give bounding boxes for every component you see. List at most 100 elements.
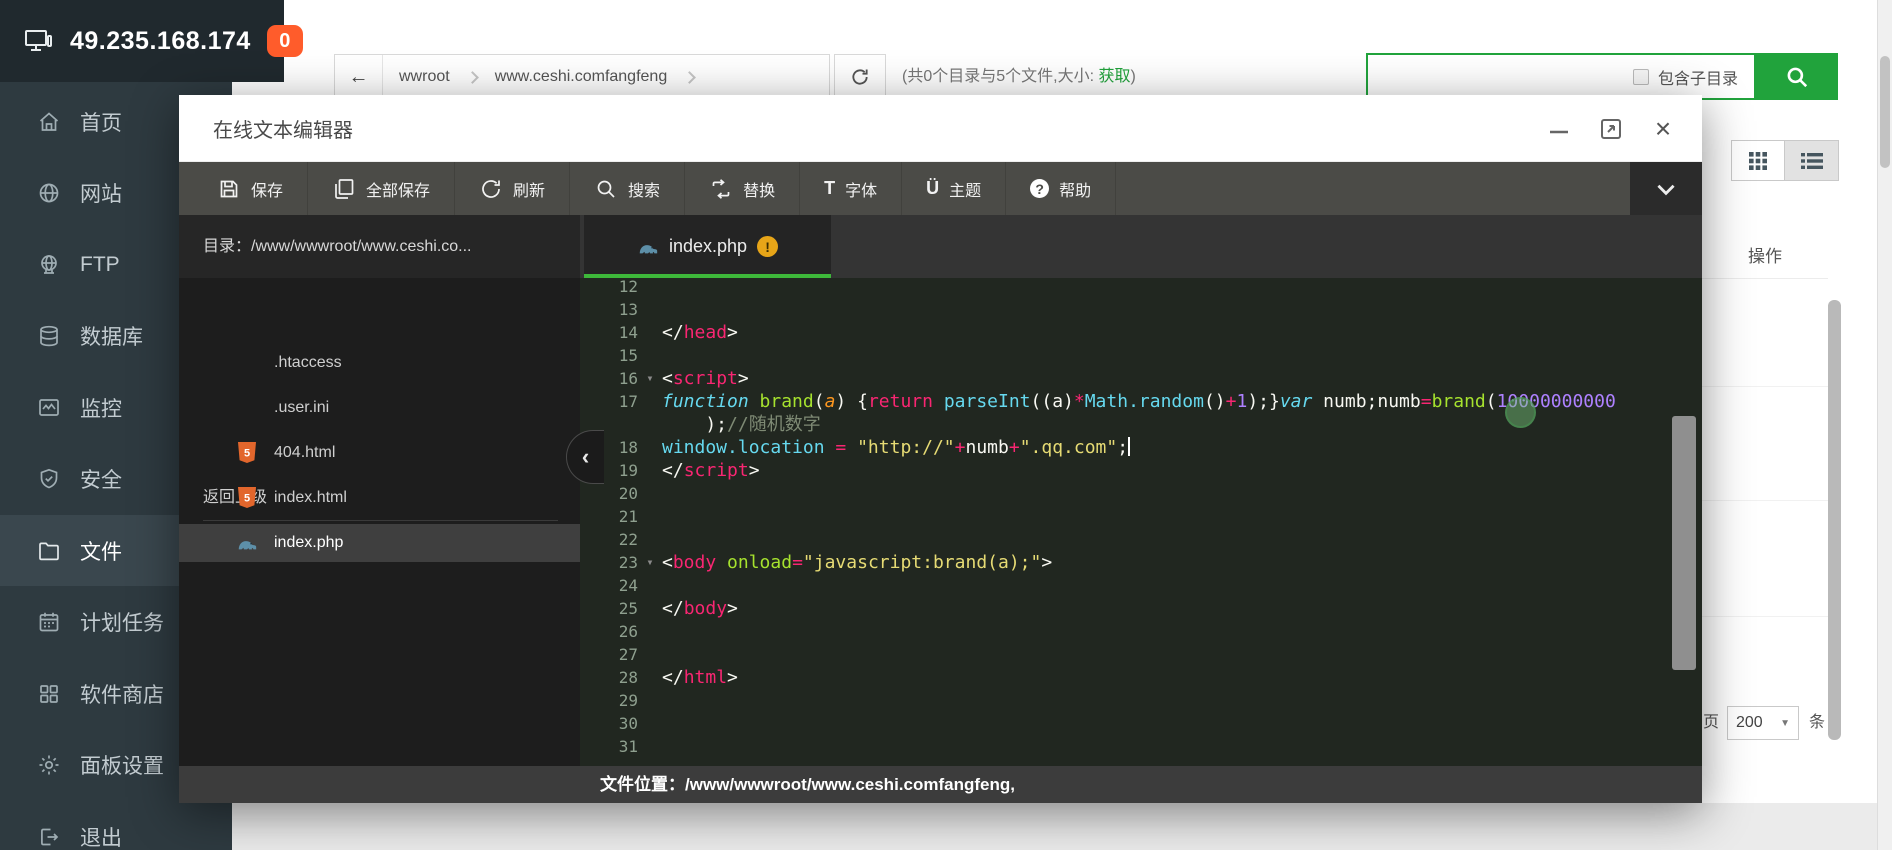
page-size-select[interactable]: 200▼ — [1727, 706, 1799, 740]
breadcrumb-item-wwroot[interactable]: wwroot — [383, 68, 466, 86]
editor-header-row: 目录：/www/wwwroot/www.ceshi.co... index.ph… — [179, 215, 1702, 278]
code-line-24: 24 — [580, 574, 1702, 597]
code-editor[interactable]: 121314</head>1516▾<script>17function bra… — [580, 278, 1702, 766]
code-line-12: 12 — [580, 278, 1702, 298]
code-line-29: 29 — [580, 689, 1702, 712]
file-location: 文件位置：/www/wwwroot/www.ceshi.comfangfeng, — [600, 775, 1015, 794]
table-row-divider — [1702, 386, 1828, 387]
line-number: 17 — [580, 390, 638, 413]
browser-scrollbar-thumb[interactable] — [1880, 56, 1890, 168]
database-icon — [36, 323, 62, 349]
file-item-.htaccess[interactable]: .htaccess — [179, 344, 580, 382]
fetch-size-link[interactable]: 获取 — [1098, 68, 1130, 85]
sidebar-item-label: 首页 — [80, 107, 122, 137]
file-name: 404.html — [274, 444, 335, 462]
include-subdir-checkbox[interactable] — [1633, 69, 1649, 85]
list-view-button[interactable] — [1785, 140, 1839, 181]
toolbar-button-label: 字体 — [845, 177, 877, 201]
ftp-icon — [36, 252, 62, 278]
sidebar-item-label: 监控 — [80, 393, 122, 423]
line-number: 27 — [580, 643, 638, 666]
html5-icon: 5 — [236, 487, 258, 509]
table-divider — [1702, 278, 1828, 279]
pagination-unit: 条 — [1809, 706, 1825, 740]
back-button[interactable]: ← — [335, 55, 383, 99]
line-number: 20 — [580, 482, 638, 505]
code-line-31: 31 — [580, 735, 1702, 758]
line-number: 21 — [580, 505, 638, 528]
toolbar-button-theme[interactable]: Ü主题 — [902, 162, 1006, 215]
code-line-25: 25</body> — [580, 597, 1702, 620]
current-directory-label: 目录：/www/wwwroot/www.ceshi.co... — [179, 215, 580, 278]
window-controls: × — [1546, 95, 1676, 162]
code-line-26: 26 — [580, 620, 1702, 643]
file-item-index.html[interactable]: 5 index.html — [179, 479, 580, 517]
line-number: 31 — [580, 735, 638, 758]
text-cursor — [1128, 437, 1130, 456]
code-line-15: 15 — [580, 344, 1702, 367]
tab-index-php[interactable]: index.php ! — [584, 215, 831, 278]
code-line-20: 20 — [580, 482, 1702, 505]
sidebar-item-label: 软件商店 — [80, 679, 164, 709]
toolbar-button-save[interactable]: 保存 — [193, 162, 308, 215]
chevron-down-icon: ▼ — [1780, 718, 1790, 729]
line-number: 15 — [580, 344, 638, 367]
editor-toolbar: 保存 全部保存 刷新搜索替换 T 字体 Ü主题?帮助 — [179, 162, 1702, 215]
modal-titlebar: 在线文本编辑器 — [179, 95, 1702, 162]
code-line-30: 30 — [580, 712, 1702, 735]
line-number: 30 — [580, 712, 638, 735]
sidebar-item-label: 文件 — [80, 536, 122, 566]
refresh-button[interactable] — [834, 54, 886, 100]
editor-statusbar: 文件位置：/www/wwwroot/www.ceshi.comfangfeng, — [179, 766, 1702, 803]
chevron-down-icon — [1653, 176, 1679, 202]
browser-scrollbar[interactable] — [1877, 0, 1892, 850]
grid-view-button[interactable] — [1731, 140, 1785, 181]
shield-icon — [36, 466, 62, 492]
font-icon: T — [824, 178, 835, 199]
toolbar-button-label: 主题 — [949, 177, 981, 201]
logout-icon — [36, 824, 62, 850]
file-item-404.html[interactable]: 5 404.html — [179, 434, 580, 472]
close-icon[interactable]: × — [1650, 116, 1676, 142]
toolbar-button-save-all[interactable]: 全部保存 — [308, 162, 455, 215]
refresh-icon — [479, 177, 503, 201]
toolbar-button-search[interactable]: 搜索 — [570, 162, 685, 215]
code-line-27: 27 — [580, 643, 1702, 666]
table-scrollbar[interactable] — [1828, 300, 1841, 740]
maximize-icon[interactable] — [1598, 116, 1624, 142]
search-input[interactable]: 包含子目录 — [1366, 53, 1756, 100]
toolbar-button-label: 帮助 — [1059, 177, 1091, 201]
toolbar-button-help[interactable]: ?帮助 — [1006, 162, 1116, 215]
calendar-icon — [36, 609, 62, 635]
toolbar-button-font[interactable]: T 字体 — [800, 162, 902, 215]
breadcrumb-item-site[interactable]: www.ceshi.comfangfeng — [479, 68, 684, 86]
line-number: 23 — [580, 551, 638, 574]
toolbar-button-refresh[interactable]: 刷新 — [455, 162, 570, 215]
line-number: 12 — [580, 278, 638, 298]
toolbar-button-label: 全部保存 — [366, 177, 430, 201]
toolbar-button-label: 保存 — [251, 177, 283, 201]
fold-marker-icon[interactable]: ▾ — [638, 551, 662, 574]
toolbar-collapse-button[interactable] — [1630, 162, 1702, 215]
sidebar-item-logout[interactable]: 退出 — [0, 801, 232, 850]
search-button[interactable] — [1756, 53, 1838, 100]
folder-icon — [36, 538, 62, 564]
view-toggles — [1731, 140, 1839, 181]
svg-text:5: 5 — [244, 448, 250, 460]
fold-marker-icon[interactable]: ▾ — [638, 367, 662, 390]
globe-icon — [36, 180, 62, 206]
divider — [203, 520, 558, 521]
minimize-icon[interactable] — [1546, 116, 1572, 142]
gear-icon — [36, 752, 62, 778]
file-item-.user.ini[interactable]: .user.ini — [179, 389, 580, 427]
message-count-badge[interactable]: 0 — [267, 25, 303, 57]
save-all-icon — [332, 177, 356, 201]
file-item-index.php[interactable]: index.php — [179, 524, 580, 562]
server-ip-block[interactable]: 49.235.168.174 0 — [0, 0, 284, 82]
home-icon — [36, 109, 62, 135]
breadcrumb: ← wwroot www.ceshi.comfangfeng — [334, 54, 830, 100]
toolbar-button-replace[interactable]: 替换 — [685, 162, 800, 215]
file-name: index.html — [274, 489, 347, 507]
grid-icon — [36, 681, 62, 707]
code-line-23: 23▾<body onload="javascript:brand(a);"> — [580, 551, 1702, 574]
